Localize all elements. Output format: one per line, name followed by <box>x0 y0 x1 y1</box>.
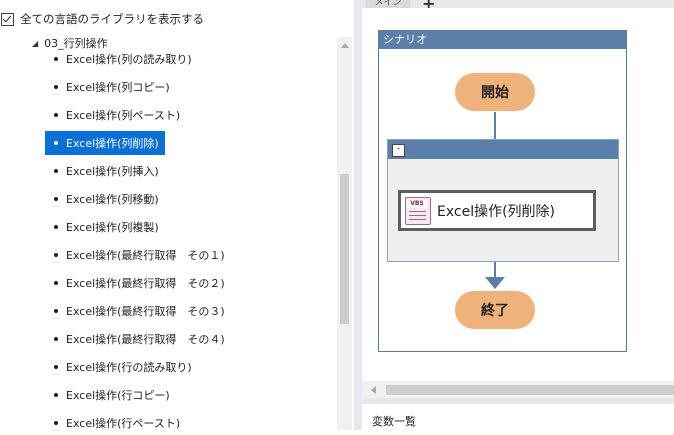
library-item-label: Excel操作(列の読み取り) <box>66 53 192 66</box>
scroll-up-arrow-icon[interactable] <box>341 43 349 48</box>
bullet-icon <box>54 393 58 397</box>
activity-label: Excel操作(列削除) <box>437 203 556 220</box>
library-vertical-scrollbar[interactable] <box>337 37 352 430</box>
designer-panel: メイン + シナリオ 開始 - VBS Excel操作(列削除) 終了 変数一覧 <box>362 0 674 430</box>
bullet-icon <box>54 309 58 313</box>
library-item-label: Excel操作(最終行取得 その２) <box>66 277 225 290</box>
bullet-icon <box>54 253 58 257</box>
library-item-label: Excel操作(行ペースト) <box>66 417 181 430</box>
library-item-label: Excel操作(最終行取得 その１) <box>66 249 225 262</box>
library-item-label: Excel操作(行コピー) <box>66 389 170 402</box>
bullet-icon <box>54 281 58 285</box>
scroll-left-arrow-icon[interactable] <box>371 386 376 394</box>
bullet-icon <box>54 85 58 89</box>
scrollbar-thumb[interactable] <box>386 385 674 395</box>
end-node[interactable]: 終了 <box>455 291 535 329</box>
expanded-triangle-icon[interactable]: ◢ <box>32 39 38 48</box>
library-item[interactable]: Excel操作(列削除) <box>45 131 165 155</box>
library-item[interactable]: Excel操作(最終行取得 その４) <box>45 327 225 351</box>
activity-excel-delete-column[interactable]: VBS Excel操作(列削除) <box>398 190 596 231</box>
bullet-icon <box>54 113 58 117</box>
scrollbar-thumb[interactable] <box>340 174 349 324</box>
designer-tab-bar: メイン + <box>362 0 674 13</box>
bullet-icon <box>54 169 58 173</box>
connector-line <box>494 112 496 140</box>
library-item[interactable]: Excel操作(最終行取得 その１) <box>45 243 225 267</box>
library-item-label: Excel操作(列コピー) <box>66 81 170 94</box>
library-item[interactable]: Excel操作(列コピー) <box>45 75 170 99</box>
sequence-container[interactable]: - VBS Excel操作(列削除) <box>387 139 619 262</box>
collapse-button[interactable]: - <box>392 144 405 157</box>
library-panel: 全ての言語のライブラリを表示する ◢ 03_行列操作 Excel操作(列の読み取… <box>0 0 354 430</box>
show-all-languages-label: 全ての言語のライブラリを表示する <box>20 12 204 26</box>
scenario-container[interactable]: シナリオ 開始 - VBS Excel操作(列削除) 終了 <box>378 30 627 352</box>
library-item[interactable]: Excel操作(行の読み取り) <box>45 355 192 379</box>
library-item[interactable]: Excel操作(行コピー) <box>45 383 170 407</box>
library-item-label: Excel操作(最終行取得 その４) <box>66 333 225 346</box>
show-all-languages-checkbox[interactable]: 全ての言語のライブラリを表示する <box>0 9 204 29</box>
panel-divider <box>362 398 674 404</box>
workflow-canvas[interactable]: シナリオ 開始 - VBS Excel操作(列削除) 終了 <box>362 8 674 381</box>
bullet-icon <box>54 197 58 201</box>
library-item-label: Excel操作(列ペースト) <box>66 109 181 122</box>
canvas-horizontal-scrollbar[interactable] <box>362 381 674 398</box>
library-item-label: Excel操作(行の読み取り) <box>66 361 192 374</box>
library-item-label: Excel操作(列複製) <box>66 221 159 234</box>
scenario-header: シナリオ <box>379 31 626 49</box>
bullet-icon <box>54 141 58 145</box>
bullet-icon <box>54 365 58 369</box>
library-item[interactable]: Excel操作(列複製) <box>45 215 159 239</box>
library-item[interactable]: Excel操作(行ペースト) <box>45 411 180 435</box>
connector-arrow-icon <box>485 277 505 289</box>
bullet-icon <box>54 421 58 425</box>
library-item[interactable]: Excel操作(列挿入) <box>45 159 159 183</box>
tab-main[interactable]: メイン <box>366 0 410 8</box>
vbs-icon-text: VBS <box>407 199 427 208</box>
bullet-icon <box>54 225 58 229</box>
library-item-label: Excel操作(列削除) <box>66 137 159 150</box>
panel-splitter[interactable] <box>354 0 362 430</box>
start-node[interactable]: 開始 <box>455 73 535 111</box>
library-item-label: Excel操作(列移動) <box>66 193 159 206</box>
library-item[interactable]: Excel操作(列ペースト) <box>45 103 180 127</box>
library-item[interactable]: Excel操作(最終行取得 その２) <box>45 271 225 295</box>
vbs-script-icon: VBS <box>405 196 431 225</box>
library-item[interactable]: Excel操作(最終行取得 その３) <box>45 299 225 323</box>
checkbox-checked-icon[interactable] <box>1 12 14 26</box>
bullet-icon <box>54 57 58 61</box>
library-item-label: Excel操作(列挿入) <box>66 165 159 178</box>
sequence-header: - <box>388 140 618 159</box>
bullet-icon <box>54 337 58 341</box>
library-item[interactable]: Excel操作(列移動) <box>45 187 159 211</box>
library-item[interactable]: Excel操作(列の読み取り) <box>45 47 192 71</box>
variables-panel-title: 変数一覧 <box>372 415 416 428</box>
library-item-label: Excel操作(最終行取得 その３) <box>66 305 225 318</box>
